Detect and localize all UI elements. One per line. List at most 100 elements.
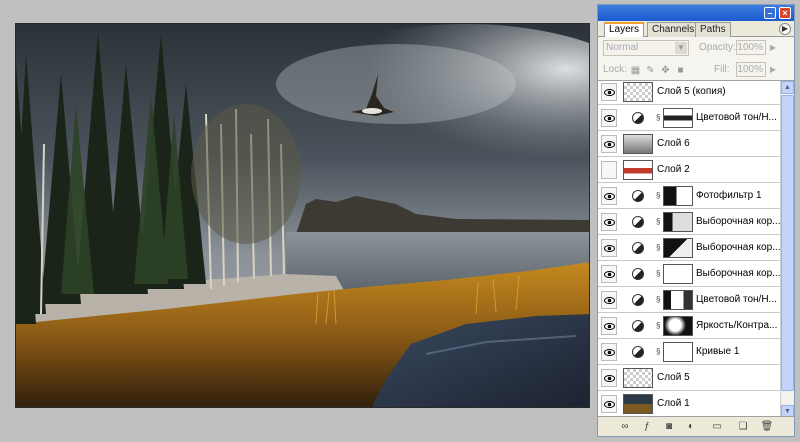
layer-row[interactable]: § Выборочная кор... [598, 209, 780, 235]
layer-name[interactable]: Слой 5 (копия) [657, 86, 779, 97]
link-icon[interactable]: § [656, 269, 662, 279]
layer-mask-thumbnail[interactable] [663, 264, 693, 284]
lock-transparency-icon[interactable]: ▦ [630, 65, 641, 76]
link-icon[interactable]: § [656, 243, 662, 253]
close-icon[interactable]: × [779, 7, 791, 19]
layer-list-scrollbar[interactable]: ▲ ▼ [780, 81, 794, 418]
link-icon[interactable]: § [656, 113, 662, 123]
layer-row[interactable]: Слой 5 [598, 365, 780, 391]
visibility-toggle[interactable] [601, 343, 617, 361]
layer-mask-thumbnail[interactable] [663, 186, 693, 206]
layer-name[interactable]: Выборочная кор... [696, 268, 780, 279]
fill-label: Fill: [714, 64, 730, 75]
layer-row[interactable]: § Цветовой тон/Н... [598, 105, 780, 131]
document-canvas[interactable] [15, 23, 590, 408]
panel-bottom-toolbar: ∞ ƒ ◙ ◐ ▭ ❏ 🗑 [598, 416, 794, 436]
layer-mask-thumbnail[interactable] [663, 212, 693, 232]
lock-brush-icon[interactable]: ✎ [645, 65, 656, 76]
layer-mask-thumbnail[interactable] [663, 108, 693, 128]
panel-menu-icon[interactable]: ▶ [779, 23, 791, 35]
minimize-icon[interactable]: – [764, 7, 776, 19]
adjustment-icon[interactable]: ◐ [684, 421, 698, 433]
blend-mode-value: Normal [606, 42, 639, 53]
lock-move-icon[interactable]: ✥ [660, 65, 671, 76]
visibility-toggle[interactable] [601, 317, 617, 335]
landscape-photo [16, 24, 589, 407]
layer-row[interactable]: Слой 5 (копия) [598, 81, 780, 105]
layer-name[interactable]: Выборочная кор... [696, 242, 780, 253]
fx-icon[interactable]: ƒ [640, 421, 654, 433]
mask-icon[interactable]: ◙ [662, 421, 676, 433]
adjustment-layer-icon [632, 112, 644, 124]
visibility-toggle[interactable] [601, 239, 617, 257]
adjustment-layer-icon [632, 268, 644, 280]
link-icon[interactable]: § [656, 191, 662, 201]
layer-name[interactable]: Кривые 1 [696, 346, 780, 357]
tab-paths[interactable]: Paths [695, 22, 731, 37]
adjustment-layer-icon [632, 190, 644, 202]
layer-row[interactable]: § Выборочная кор... [598, 261, 780, 287]
adjustment-layer-icon [632, 294, 644, 306]
visibility-toggle[interactable] [601, 395, 617, 413]
layer-name[interactable]: Слой 5 [657, 372, 779, 383]
layer-name[interactable]: Слой 2 [657, 164, 779, 175]
visibility-toggle[interactable] [601, 109, 617, 127]
opacity-arrow-icon[interactable]: ▶ [768, 41, 778, 54]
tab-layers[interactable]: Layers [604, 22, 645, 38]
visibility-toggle[interactable] [601, 291, 617, 309]
folder-icon[interactable]: ▭ [710, 421, 724, 433]
blend-options-row: Normal ▼ Opacity: 100% ▶ [598, 37, 794, 59]
link-icon[interactable]: § [656, 321, 662, 331]
layer-name[interactable]: Яркость/Контра... [696, 320, 780, 331]
layer-thumbnail[interactable] [623, 394, 653, 414]
layer-name[interactable]: Слой 1 [657, 398, 779, 409]
scroll-up-icon[interactable]: ▲ [781, 81, 794, 94]
layer-row[interactable]: § Кривые 1 [598, 339, 780, 365]
layer-name[interactable]: Слой 6 [657, 138, 779, 149]
visibility-toggle[interactable] [601, 213, 617, 231]
new-layer-icon[interactable]: ❏ [736, 421, 750, 433]
layer-mask-thumbnail[interactable] [663, 290, 693, 310]
tab-channels[interactable]: Channels [647, 22, 700, 37]
adjustment-layer-icon [632, 216, 644, 228]
link-icon[interactable]: § [656, 347, 662, 357]
visibility-toggle[interactable] [601, 83, 617, 101]
opacity-field[interactable]: 100% [736, 40, 766, 55]
layer-thumbnail[interactable] [623, 82, 653, 102]
link-icon[interactable]: § [656, 217, 662, 227]
chevron-down-icon: ▼ [675, 42, 687, 54]
visibility-toggle[interactable] [601, 161, 617, 179]
fill-field[interactable]: 100% [736, 62, 766, 77]
visibility-toggle[interactable] [601, 187, 617, 205]
layer-mask-thumbnail[interactable] [663, 238, 693, 258]
trash-icon[interactable]: 🗑 [760, 421, 774, 433]
blend-mode-select[interactable]: Normal ▼ [603, 40, 689, 56]
visibility-toggle[interactable] [601, 265, 617, 283]
layer-row[interactable]: § Фотофильтр 1 [598, 183, 780, 209]
layer-row[interactable]: § Цветовой тон/Н... [598, 287, 780, 313]
layer-name[interactable]: Выборочная кор... [696, 216, 780, 227]
layer-thumbnail[interactable] [623, 160, 653, 180]
layer-name[interactable]: Цветовой тон/Н... [696, 112, 780, 123]
scroll-thumb[interactable] [781, 95, 794, 391]
layer-thumbnail[interactable] [623, 134, 653, 154]
panel-titlebar: – × [598, 5, 794, 21]
lock-all-icon[interactable]: ■ [675, 65, 686, 76]
adjustment-layer-icon [632, 242, 644, 254]
layer-mask-thumbnail[interactable] [663, 316, 693, 336]
fill-arrow-icon[interactable]: ▶ [768, 63, 778, 76]
visibility-toggle[interactable] [601, 369, 617, 387]
layer-thumbnail[interactable] [623, 368, 653, 388]
layer-row[interactable]: § Яркость/Контра... [598, 313, 780, 339]
visibility-toggle[interactable] [601, 135, 617, 153]
layer-name[interactable]: Фотофильтр 1 [696, 190, 780, 201]
layer-row[interactable]: Слой 1 [598, 391, 780, 417]
layer-row[interactable]: Слой 6 [598, 131, 780, 157]
layer-row[interactable]: § Выборочная кор... [598, 235, 780, 261]
layer-name[interactable]: Цветовой тон/Н... [696, 294, 780, 305]
layer-row[interactable]: Слой 2 [598, 157, 780, 183]
link-icon[interactable]: ∞ [618, 421, 632, 433]
link-icon[interactable]: § [656, 295, 662, 305]
layer-mask-thumbnail[interactable] [663, 342, 693, 362]
lock-options-row: Lock: ▦ ✎ ✥ ■ Fill: 100% ▶ [598, 59, 794, 81]
